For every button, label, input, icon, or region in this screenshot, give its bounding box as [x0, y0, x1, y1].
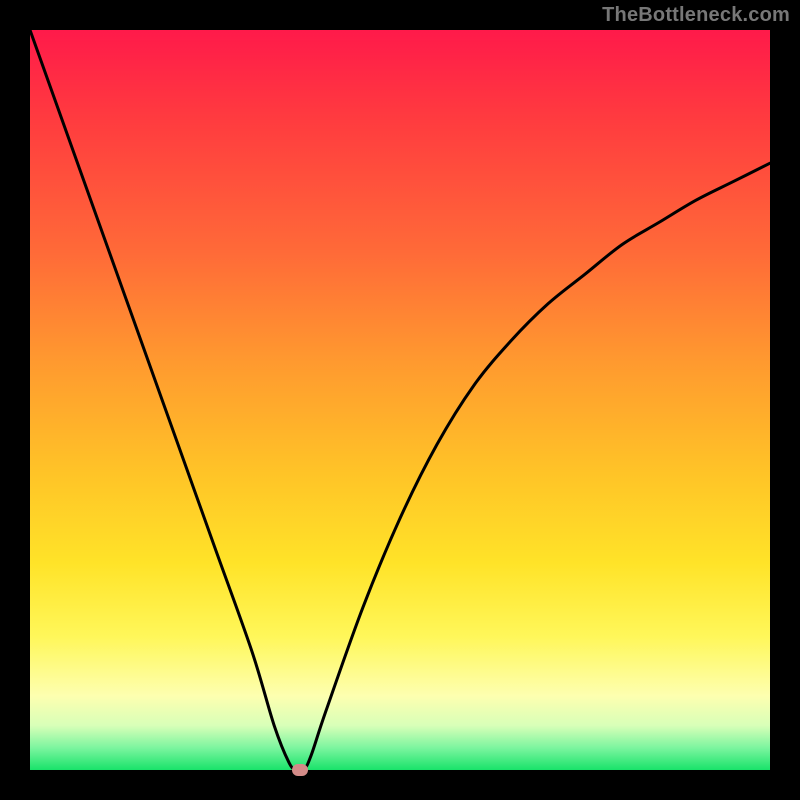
bottleneck-curve — [30, 30, 770, 771]
plot-area — [30, 30, 770, 770]
chart-frame: TheBottleneck.com — [0, 0, 800, 800]
curve-svg — [30, 30, 770, 770]
optimum-marker — [292, 764, 308, 776]
watermark-text: TheBottleneck.com — [602, 4, 790, 27]
